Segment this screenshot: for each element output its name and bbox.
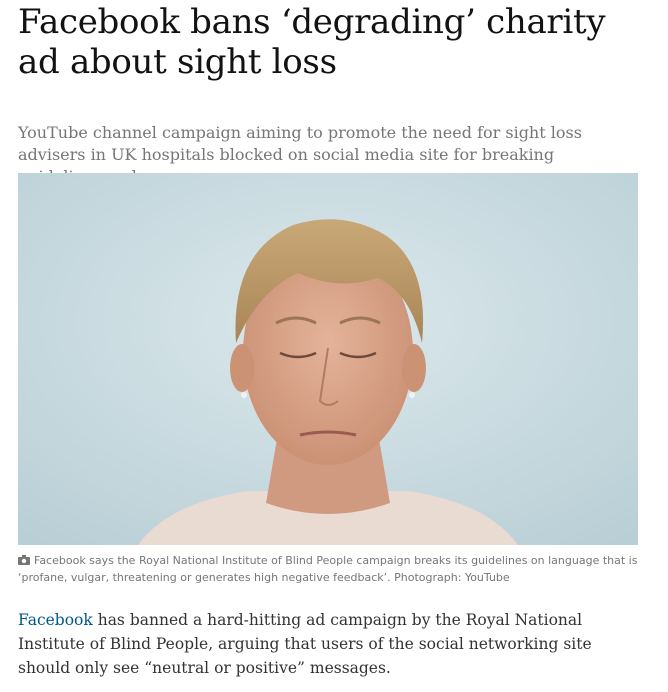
caption-text: Facebook says the Royal National Institu… xyxy=(18,554,638,584)
article: Facebook bans ‘degrading’ charity ad abo… xyxy=(18,0,640,677)
body-paragraph-text: has banned a hard-hitting ad campaign by… xyxy=(18,611,592,677)
camera-icon xyxy=(18,554,30,570)
article-photo xyxy=(18,173,638,545)
article-body: Facebook has banned a hard-hitting ad ca… xyxy=(18,608,640,680)
headline: Facebook bans ‘degrading’ charity ad abo… xyxy=(18,2,606,82)
facebook-link[interactable]: Facebook xyxy=(18,611,93,629)
photo-caption: Facebook says the Royal National Institu… xyxy=(18,553,638,586)
